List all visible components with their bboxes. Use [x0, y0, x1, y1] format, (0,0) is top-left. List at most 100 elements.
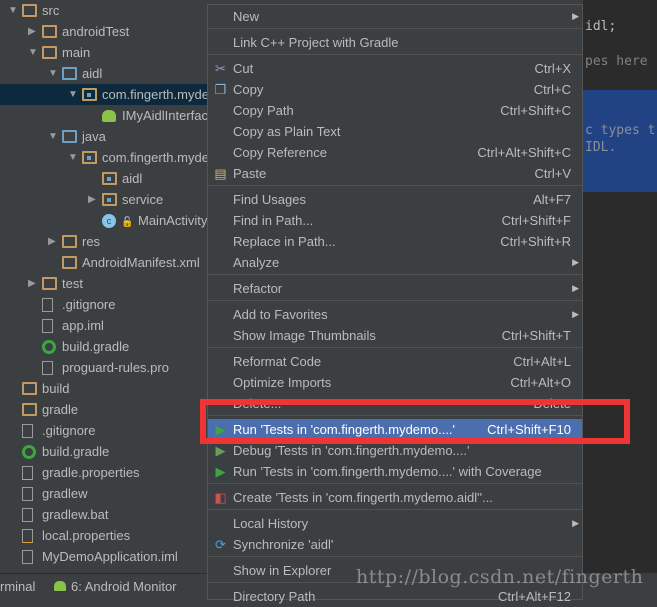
- menu-item-label: Paste: [233, 166, 267, 181]
- code-editor[interactable]: idl; pes here c types t IDL.: [583, 0, 657, 573]
- expand-arrow-icon[interactable]: ▼: [28, 42, 38, 63]
- android-icon: [102, 110, 116, 122]
- menu-item-paste[interactable]: ▤ Paste Ctrl+V: [208, 163, 582, 184]
- menu-item-new[interactable]: New ▶: [208, 6, 582, 27]
- package-icon: [82, 151, 97, 164]
- menu-item-shortcut: Ctrl+Shift+C: [500, 103, 571, 118]
- iml-file-icon: [22, 550, 33, 564]
- source-folder-icon: [62, 130, 77, 143]
- package-icon: [82, 88, 97, 101]
- menu-item-shortcut: Ctrl+C: [533, 82, 571, 97]
- collapse-arrow-icon[interactable]: ▶: [28, 273, 36, 294]
- menu-item-reformat-code[interactable]: Reformat Code Ctrl+Alt+L: [208, 351, 582, 372]
- menu-item-find-in-path[interactable]: Find in Path... Ctrl+Shift+F: [208, 210, 582, 231]
- menu-item-copy-path[interactable]: Copy Path Ctrl+Shift+C: [208, 100, 582, 121]
- folder-icon: [22, 382, 37, 395]
- tree-item[interactable]: ▼ aidl: [0, 63, 210, 84]
- tree-item[interactable]: build: [0, 378, 210, 399]
- class-icon: c: [102, 214, 116, 228]
- tree-item[interactable]: ▼ main: [0, 42, 210, 63]
- properties-file-icon: [22, 529, 33, 543]
- menu-item-shortcut: Ctrl+Alt+F12: [498, 589, 571, 604]
- tree-item[interactable]: ▼ java: [0, 126, 210, 147]
- tree-item-label: res: [82, 234, 101, 249]
- resources-folder-icon: [62, 235, 77, 248]
- menu-item-copy-reference[interactable]: Copy Reference Ctrl+Alt+Shift+C: [208, 142, 582, 163]
- tree-item[interactable]: local.properties: [0, 525, 210, 546]
- tree-item[interactable]: build.gradle: [0, 441, 210, 462]
- menu-item-label: Synchronize 'aidl': [233, 537, 334, 552]
- menu-item-find-usages[interactable]: Find Usages Alt+F7: [208, 189, 582, 210]
- tree-item[interactable]: ▼ src: [0, 0, 210, 21]
- menu-item-label: Find in Path...: [233, 213, 314, 228]
- menu-item-create-tests-in-com-fingerth-mydemo-aidl[interactable]: ◧ Create 'Tests in 'com.fingerth.mydemo.a…: [208, 487, 582, 508]
- tree-item[interactable]: aidl: [0, 168, 210, 189]
- menu-item-cut[interactable]: ✂ Cut Ctrl+X: [208, 58, 582, 79]
- tree-item-label: app.iml: [62, 318, 104, 333]
- collapse-arrow-icon[interactable]: ▶: [28, 21, 36, 42]
- code-line: pes here: [585, 54, 648, 69]
- menu-item-refactor[interactable]: Refactor ▶: [208, 278, 582, 299]
- tree-item[interactable]: MyDemoApplication.iml: [0, 546, 210, 567]
- tree-item[interactable]: IMyAidlInterface: [0, 105, 210, 126]
- package-icon: [102, 193, 117, 206]
- menu-item-add-to-favorites[interactable]: Add to Favorites ▶: [208, 304, 582, 325]
- expand-arrow-icon[interactable]: ▼: [68, 147, 78, 168]
- tree-item[interactable]: gradle.properties: [0, 462, 210, 483]
- tree-item[interactable]: gradlew.bat: [0, 504, 210, 525]
- tree-item-label: src: [42, 3, 60, 18]
- tree-item[interactable]: ▶ test: [0, 273, 210, 294]
- package-icon: [102, 172, 117, 185]
- tree-item[interactable]: .gitignore: [0, 294, 210, 315]
- tree-item[interactable]: ▼ com.fingerth.mydemo: [0, 84, 210, 105]
- expand-arrow-icon[interactable]: ▼: [48, 126, 58, 147]
- menu-item-label: Replace in Path...: [233, 234, 336, 249]
- menu-item-synchronize-aidl[interactable]: ⟳ Synchronize 'aidl': [208, 534, 582, 555]
- tree-item[interactable]: ▼ com.fingerth.mydemo: [0, 147, 210, 168]
- menu-item-local-history[interactable]: Local History ▶: [208, 513, 582, 534]
- text-file-icon: [22, 424, 33, 438]
- tree-item[interactable]: .gitignore: [0, 420, 210, 441]
- menu-item-shortcut: Ctrl+Alt+L: [513, 354, 571, 369]
- menu-item-directory-path[interactable]: Directory Path Ctrl+Alt+F12: [208, 586, 582, 607]
- menu-item-label: Add to Favorites: [233, 307, 328, 322]
- folder-icon: [42, 25, 57, 38]
- expand-arrow-icon[interactable]: ▼: [68, 84, 78, 105]
- tree-item[interactable]: gradlew: [0, 483, 210, 504]
- text-file-icon: [22, 508, 33, 522]
- tree-item-label: aidl: [122, 171, 143, 186]
- menu-item-label: Create 'Tests in 'com.fingerth.mydemo.ai…: [233, 490, 493, 505]
- menu-item-copy-as-plain-text[interactable]: Copy as Plain Text: [208, 121, 582, 142]
- tree-item[interactable]: gradle: [0, 399, 210, 420]
- tree-item[interactable]: c MainActivity 🔓: [0, 210, 210, 231]
- menu-item-run-tests-in-com-fingerth-mydemo-with-coverage[interactable]: ▶ Run 'Tests in 'com.fingerth.mydemo....'…: [208, 461, 582, 482]
- tree-item[interactable]: proguard-rules.pro: [0, 357, 210, 378]
- tree-item[interactable]: AndroidManifest.xml: [0, 252, 210, 273]
- menu-item-show-image-thumbnails[interactable]: Show Image Thumbnails Ctrl+Shift+T: [208, 325, 582, 346]
- collapse-arrow-icon[interactable]: ▶: [48, 231, 56, 252]
- submenu-arrow-icon: ▶: [572, 309, 579, 319]
- menu-item-shortcut: Ctrl+Alt+Shift+C: [477, 145, 571, 160]
- menu-item-optimize-imports[interactable]: Optimize Imports Ctrl+Alt+O: [208, 372, 582, 393]
- terminal-tab[interactable]: rminal: [0, 579, 35, 594]
- menu-item-copy[interactable]: ❐ Copy Ctrl+C: [208, 79, 582, 100]
- expand-arrow-icon[interactable]: ▼: [8, 0, 18, 21]
- tree-item[interactable]: ▶ service: [0, 189, 210, 210]
- tree-item-label: local.properties: [42, 528, 131, 543]
- menu-item-link-c-project-with-gradle[interactable]: Link C++ Project with Gradle: [208, 32, 582, 53]
- collapse-arrow-icon[interactable]: ▶: [88, 189, 96, 210]
- menu-item-analyze[interactable]: Analyze ▶: [208, 252, 582, 273]
- menu-item-replace-in-path[interactable]: Replace in Path... Ctrl+Shift+R: [208, 231, 582, 252]
- expand-arrow-icon[interactable]: ▼: [48, 63, 58, 84]
- tree-item[interactable]: ▶ androidTest: [0, 21, 210, 42]
- android-monitor-tab[interactable]: 6: Android Monitor: [71, 579, 177, 594]
- tree-item[interactable]: app.iml: [0, 315, 210, 336]
- tree-item[interactable]: ▶ res: [0, 231, 210, 252]
- copy-icon: ❐: [214, 82, 227, 97]
- tree-item[interactable]: build.gradle: [0, 336, 210, 357]
- tree-item-label: gradle: [42, 402, 79, 417]
- lock-icon: 🔓: [121, 217, 134, 228]
- project-tree[interactable]: ▼ src ▶ androidTest ▼ main ▼ aidl ▼ com.fingerth.…: [0, 0, 210, 573]
- properties-file-icon: [22, 466, 33, 480]
- gradle-icon: [22, 445, 36, 459]
